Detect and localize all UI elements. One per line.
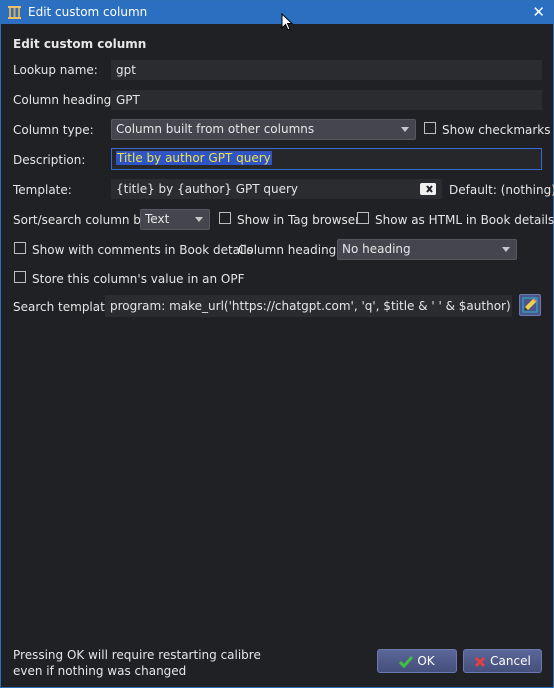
window-title: Edit custom column: [28, 5, 148, 19]
column-heading-input[interactable]: GPT: [111, 90, 542, 110]
dialog-heading: Edit custom column: [13, 37, 147, 51]
show-as-html-label: Show as HTML in Book details: [375, 213, 554, 227]
clear-icon[interactable]: [420, 183, 436, 195]
comments-heading-label: Column heading:: [238, 243, 341, 257]
lookup-name-input[interactable]: gpt: [111, 60, 542, 80]
ok-button-label: OK: [417, 654, 435, 668]
show-checkmarks-label: Show checkmarks: [442, 123, 551, 137]
show-with-comments-checkbox[interactable]: [14, 242, 26, 254]
ok-button[interactable]: OK: [377, 649, 457, 673]
restart-notice: Pressing OK will require restarting cali…: [13, 647, 261, 679]
description-label: Description:: [13, 153, 86, 167]
store-in-opf-label: Store this column's value in an OPF: [32, 272, 245, 286]
checkmark-icon: [399, 655, 414, 668]
store-in-opf-checkbox[interactable]: [14, 271, 26, 283]
edit-template-button[interactable]: [519, 294, 541, 316]
title-bar[interactable]: Edit custom column ✕: [1, 1, 553, 24]
comments-heading-value: No heading: [342, 242, 411, 256]
search-template-input[interactable]: program: make_url('https://chatgpt.com',…: [105, 295, 512, 317]
column-type-select[interactable]: Column built from other columns: [111, 119, 416, 140]
chevron-down-icon: [401, 127, 409, 132]
show-checkmarks-checkbox[interactable]: [424, 122, 436, 134]
sort-search-select[interactable]: Text: [140, 209, 210, 230]
cancel-x-icon: [475, 656, 486, 667]
column-type-value: Column built from other columns: [116, 122, 315, 136]
description-input[interactable]: Title by author GPT query: [111, 148, 542, 170]
show-with-comments-label: Show with comments in Book details: [32, 243, 253, 257]
comments-heading-select[interactable]: No heading: [337, 239, 517, 260]
close-icon[interactable]: ✕: [532, 3, 545, 21]
dialog-window: Edit custom column ✕ Edit custom column …: [0, 0, 554, 688]
description-selected-text: Title by author GPT query: [116, 151, 272, 165]
sort-search-value: Text: [145, 212, 170, 226]
restart-notice-line1: Pressing OK will require restarting cali…: [13, 648, 261, 662]
cancel-button[interactable]: Cancel: [463, 649, 542, 673]
lookup-name-label: Lookup name:: [13, 63, 98, 77]
show-as-html-checkbox[interactable]: [357, 212, 369, 224]
restart-notice-line2: even if nothing was changed: [13, 664, 187, 678]
show-in-tag-browser-checkbox[interactable]: [219, 212, 231, 224]
template-input[interactable]: {title} by {author} GPT query: [111, 179, 442, 199]
cancel-button-label: Cancel: [490, 654, 531, 668]
calibre-app-icon: [8, 6, 21, 19]
search-template-label: Search template:: [13, 300, 117, 314]
pencil-icon: [522, 297, 538, 313]
template-default-text: Default: (nothing): [449, 183, 554, 197]
sort-search-label: Sort/search column by: [13, 213, 149, 227]
show-in-tag-browser-label: Show in Tag browser: [237, 213, 361, 227]
chevron-down-icon: [195, 217, 203, 222]
mouse-cursor-icon: [281, 13, 293, 31]
chevron-down-icon: [502, 247, 510, 252]
column-type-label: Column type:: [13, 123, 94, 137]
template-label: Template:: [13, 183, 72, 197]
column-heading-label: Column heading:: [13, 93, 116, 107]
